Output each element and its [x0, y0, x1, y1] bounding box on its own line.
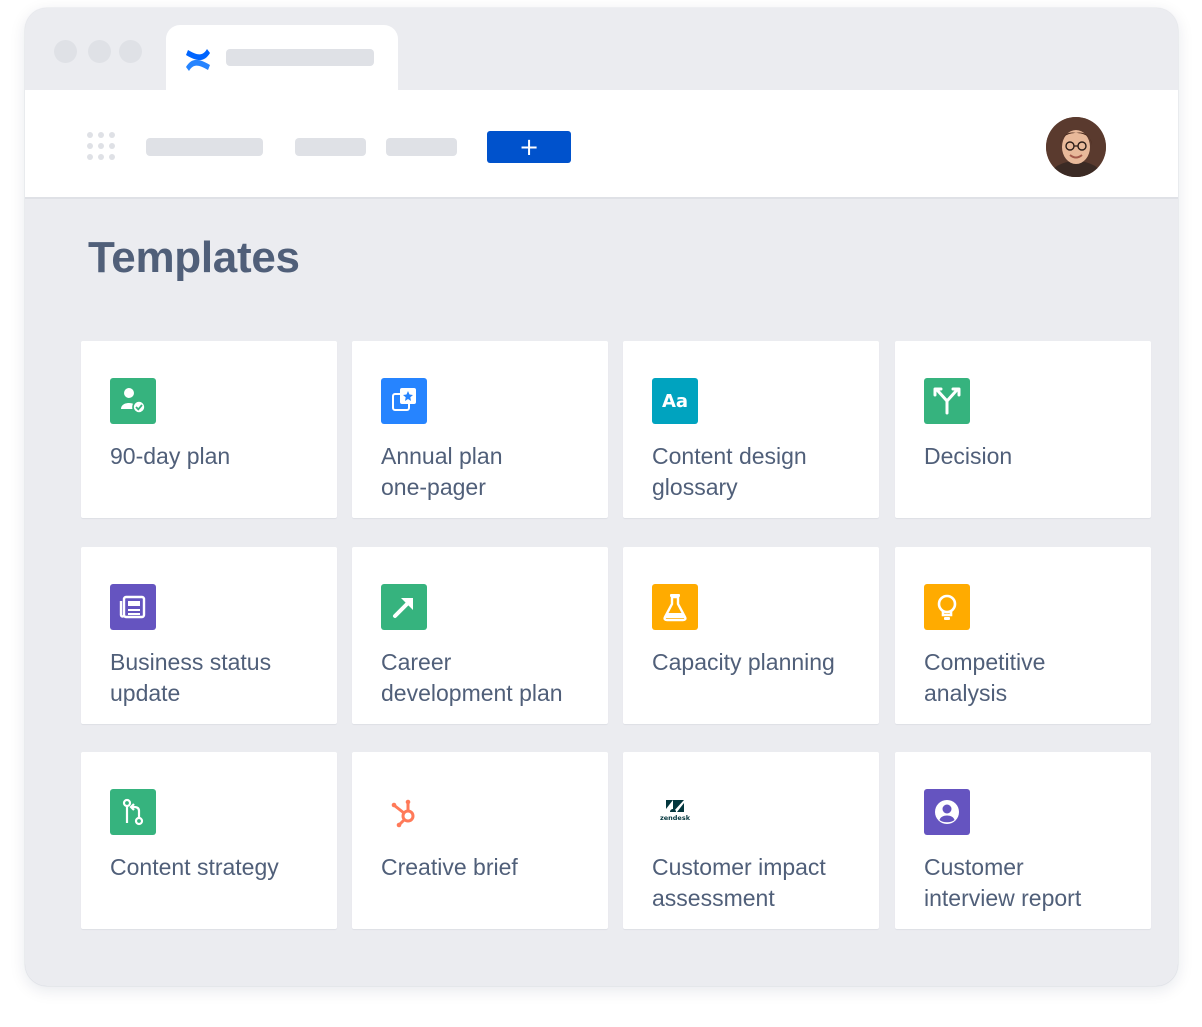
template-icon-tile — [110, 789, 156, 835]
template-card[interactable]: Business status update — [81, 547, 337, 724]
template-card[interactable]: Aa Content design glossary — [623, 341, 879, 518]
svg-text:Aa: Aa — [662, 391, 688, 412]
template-card[interactable]: Decision — [895, 341, 1151, 518]
maximize-window-button[interactable] — [119, 40, 142, 63]
template-label: Customer interview report — [924, 854, 1082, 911]
template-icon-tile: Aa — [652, 378, 698, 424]
template-label: Annual plan one-pager — [381, 443, 503, 500]
template-icon-tile — [924, 378, 970, 424]
title-bar — [25, 8, 1178, 91]
template-icon-tile — [381, 789, 427, 835]
text-aa-icon: Aa — [662, 391, 688, 412]
create-button[interactable]: + — [487, 131, 571, 163]
calendar-star-icon — [392, 388, 416, 411]
template-icon-tile — [652, 584, 698, 630]
template-label: Capacity planning — [652, 649, 835, 675]
template-label: Decision — [924, 443, 1013, 469]
template-icon-tile — [110, 584, 156, 630]
template-icon-tile — [381, 584, 427, 630]
template-icon-tile — [381, 378, 427, 424]
user-circle-icon — [935, 800, 959, 824]
template-card[interactable]: Capacity planning — [623, 547, 879, 724]
template-label: 90-day plan — [110, 443, 231, 469]
template-card[interactable]: Annual plan one-pager — [352, 341, 608, 518]
template-card[interactable]: zendesk Customer impact assessment — [623, 752, 879, 929]
template-card[interactable]: Content strategy — [81, 752, 337, 929]
template-card[interactable]: 90-day plan — [81, 341, 337, 518]
template-label: Career development plan — [381, 649, 563, 706]
fork-arrow-icon — [933, 387, 961, 415]
browser-tab[interactable] — [166, 25, 398, 91]
avatar[interactable] — [1046, 117, 1106, 177]
template-icon-tile — [110, 378, 156, 424]
top-navigation: + — [25, 90, 1178, 199]
template-icon-tile — [924, 789, 970, 835]
lightbulb-icon — [937, 594, 957, 620]
arrow-up-right-icon — [393, 598, 413, 618]
branch-icon — [122, 798, 144, 826]
template-card[interactable]: Creative brief — [352, 752, 608, 929]
nav-item-placeholder[interactable] — [295, 138, 366, 156]
template-grid: 90-day plan Annual plan one-pager Aa Con… — [81, 341, 1152, 930]
template-label: Competitive analysis — [924, 649, 1046, 706]
template-icon-tile — [924, 584, 970, 630]
tab-title-placeholder — [226, 49, 374, 66]
template-icon-tile: zendesk — [652, 789, 698, 835]
template-label: Creative brief — [381, 854, 518, 880]
hubspot-icon — [391, 799, 415, 828]
zendesk-wordmark: zendesk — [660, 814, 691, 822]
page-title: Templates — [88, 233, 300, 282]
newspaper-icon — [119, 595, 146, 619]
close-window-button[interactable] — [54, 40, 77, 63]
app-switcher-icon[interactable] — [87, 132, 117, 162]
minimize-window-button[interactable] — [88, 40, 111, 63]
person-check-icon — [121, 388, 146, 414]
user-photo-icon — [1046, 117, 1106, 177]
template-label: Business status update — [110, 649, 272, 706]
browser-window: + Templates 90-day plan Annual plan one-… — [25, 8, 1178, 986]
confluence-logo-icon — [186, 49, 210, 71]
template-label: Customer impact assessment — [652, 854, 826, 911]
template-label: Content design glossary — [652, 443, 807, 500]
zendesk-icon: zendesk — [660, 800, 691, 822]
nav-item-placeholder[interactable] — [146, 138, 263, 156]
nav-item-placeholder[interactable] — [386, 138, 457, 156]
template-card[interactable]: Competitive analysis — [895, 547, 1151, 724]
template-card[interactable]: Customer interview report — [895, 752, 1151, 929]
flask-icon — [663, 594, 687, 622]
template-card[interactable]: Career development plan — [352, 547, 608, 724]
template-label: Content strategy — [110, 854, 279, 880]
